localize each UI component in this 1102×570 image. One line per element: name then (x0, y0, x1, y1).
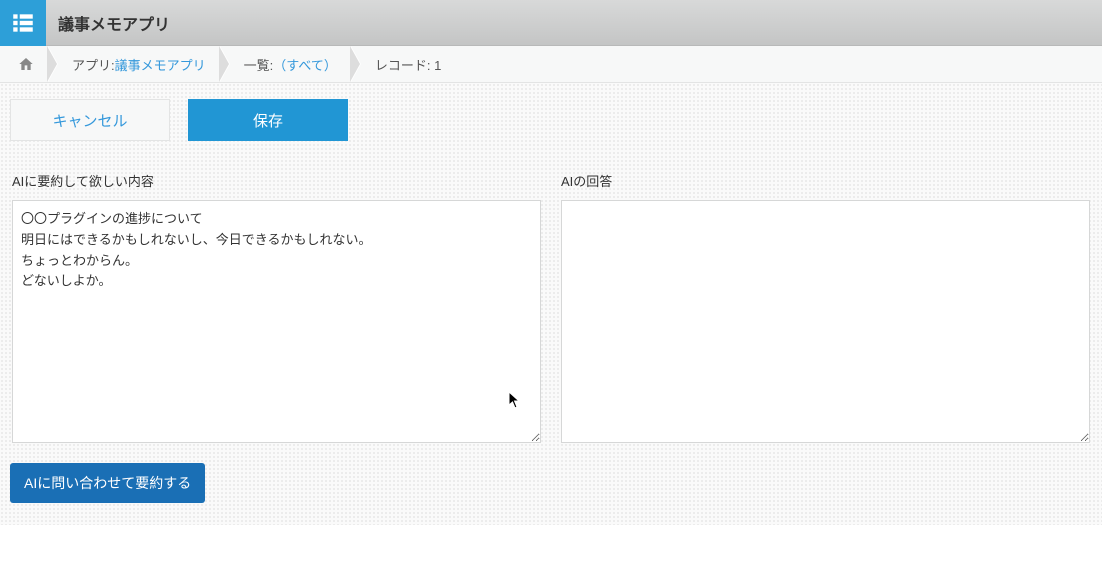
prompt-label: AIに要約して欲しい内容 (12, 171, 541, 190)
breadcrumb-list-link[interactable]: （すべて） (273, 55, 337, 74)
breadcrumb-app-link[interactable]: 議事メモアプリ (115, 55, 206, 74)
main-content: キャンセル 保存 AIに要約して欲しい内容 AIの回答 AIに問い合わせて要約す… (0, 83, 1102, 525)
breadcrumb-app[interactable]: アプリ: 議事メモアプリ (58, 46, 220, 83)
app-icon (0, 0, 46, 46)
ai-button-row: AIに問い合わせて要約する (0, 463, 1102, 525)
form-area: AIに要約して欲しい内容 AIの回答 (0, 153, 1102, 463)
app-title: 議事メモアプリ (58, 11, 170, 35)
list-icon (10, 10, 36, 36)
breadcrumb-home[interactable] (4, 46, 48, 83)
home-icon (18, 56, 34, 72)
response-textarea[interactable] (561, 200, 1090, 443)
save-button[interactable]: 保存 (188, 99, 348, 141)
response-label: AIの回答 (561, 171, 1090, 190)
breadcrumb: アプリ: 議事メモアプリ 一覧: （すべて） レコード: 1 (0, 46, 1102, 83)
app-header: 議事メモアプリ (0, 0, 1102, 46)
breadcrumb-list[interactable]: 一覧: （すべて） (230, 46, 351, 83)
cancel-button[interactable]: キャンセル (10, 99, 170, 141)
breadcrumb-record-label: レコード: 1 (375, 55, 441, 74)
prompt-textarea[interactable] (12, 200, 541, 443)
breadcrumb-app-prefix: アプリ: (72, 55, 115, 74)
response-column: AIの回答 (561, 171, 1090, 443)
ai-query-button[interactable]: AIに問い合わせて要約する (10, 463, 205, 503)
breadcrumb-list-prefix: 一覧: (244, 55, 274, 74)
action-bar: キャンセル 保存 (0, 83, 1102, 153)
prompt-column: AIに要約して欲しい内容 (12, 171, 541, 443)
breadcrumb-record: レコード: 1 (361, 46, 455, 83)
